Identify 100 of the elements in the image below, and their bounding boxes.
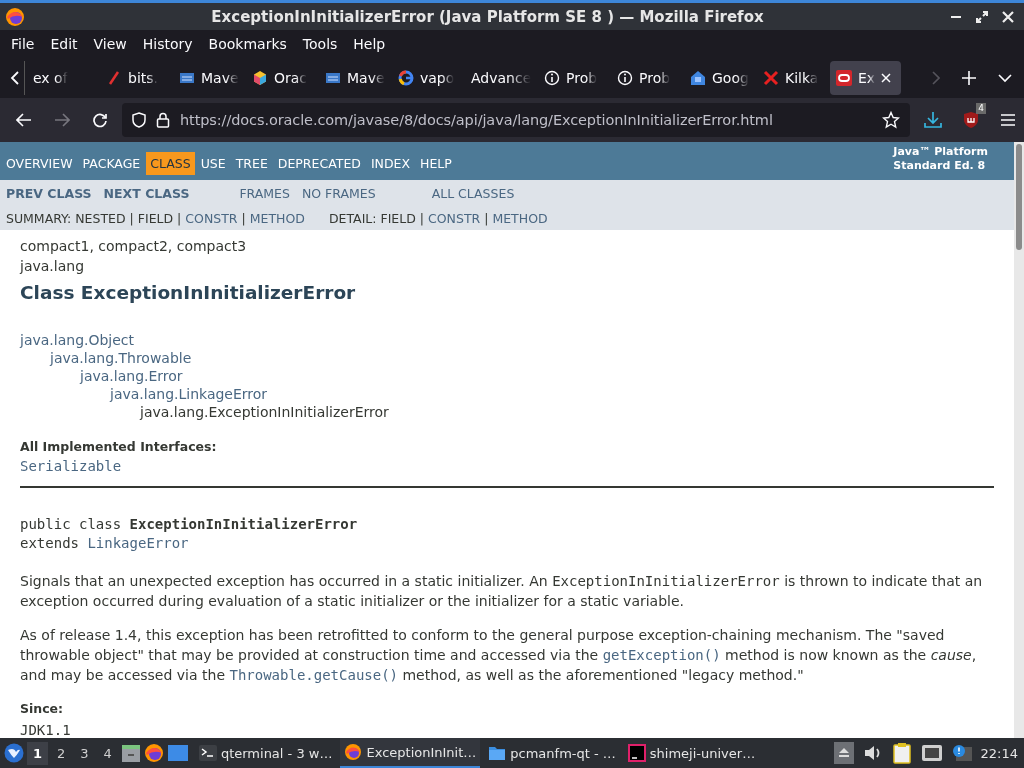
back-icon[interactable] xyxy=(16,113,32,127)
profile-list: compact1, compact2, compact3 xyxy=(20,238,994,254)
folder-icon xyxy=(488,744,507,762)
menu-item[interactable]: Bookmarks xyxy=(200,36,295,52)
browser-tab[interactable]: Prob xyxy=(611,61,682,95)
pencil-icon xyxy=(106,70,122,86)
browser-tab[interactable]: Orac xyxy=(246,61,317,95)
nav-link[interactable]: ALL CLASSES xyxy=(431,186,515,201)
network-icon[interactable] xyxy=(920,744,943,762)
nav-link[interactable]: PACKAGE xyxy=(78,152,145,175)
nav-link[interactable]: INDEX xyxy=(366,152,415,175)
scroll-left-icon[interactable] xyxy=(10,71,20,85)
nav-label: DETAIL: FIELD | xyxy=(328,210,425,226)
nav-link[interactable]: HELP xyxy=(416,152,456,175)
hierarchy-link[interactable]: java.lang.Throwable xyxy=(50,349,192,367)
menu-item[interactable]: Help xyxy=(345,36,394,52)
nav-link[interactable]: METHOD xyxy=(249,210,305,226)
browser-tab[interactable]: Goog xyxy=(684,61,755,95)
class-title: Class ExceptionInInitializerError xyxy=(20,282,357,303)
star-icon[interactable] xyxy=(882,111,900,129)
scrollbar-thumb[interactable] xyxy=(1016,144,1022,250)
code-link[interactable]: getException() xyxy=(602,647,721,663)
browser-tab[interactable]: Prob xyxy=(538,61,609,95)
package-name: java.lang xyxy=(20,258,85,274)
taskbar-task[interactable]: shimeji-univer… xyxy=(623,738,760,768)
url-text: https://docs.oracle.com/javase/8/docs/api/java/lang/ExceptionInInitializerError.html xyxy=(180,112,774,128)
taskbar-task[interactable]: pcmanfm-qt - … xyxy=(484,738,620,768)
nav-link[interactable]: OVERVIEW xyxy=(2,152,77,175)
badge-count: 4 xyxy=(976,103,986,114)
address-bar[interactable]: https://docs.oracle.com/javase/8/docs/api/java/lang/ExceptionInInitializerError.html xyxy=(122,103,910,137)
browser-tab[interactable]: bits. xyxy=(100,61,171,95)
nav-link[interactable]: TREE xyxy=(231,152,272,175)
workspace-button[interactable]: 2 xyxy=(51,741,72,765)
bird-logo-icon[interactable] xyxy=(4,743,24,763)
browser-tab[interactable]: Kilka xyxy=(757,61,828,95)
menu-item[interactable]: File xyxy=(3,36,43,52)
nav-link[interactable]: USE xyxy=(196,152,230,175)
terminal-icon xyxy=(198,744,217,762)
code-link[interactable]: Throwable.getCause() xyxy=(229,667,399,683)
menu-icon[interactable] xyxy=(1000,113,1016,127)
lock-icon xyxy=(156,112,170,128)
hierarchy-link[interactable]: java.lang.Object xyxy=(20,331,135,349)
nav-link[interactable]: DEPRECATED xyxy=(273,152,365,175)
shield-icon xyxy=(132,112,146,128)
code-link[interactable]: LinkageError xyxy=(87,535,189,551)
eject-icon[interactable] xyxy=(833,742,854,764)
workspace-button[interactable]: 1 xyxy=(27,741,49,765)
clipboard-icon[interactable] xyxy=(891,742,912,764)
nav-link[interactable]: CLASS xyxy=(146,152,195,175)
nav-link[interactable]: FRAMES xyxy=(239,186,290,201)
description-paragraph: As of release 1.4, this exception has been retrofitted to conform to the general purpose exception-chaining mechanism. The "saved throwable object" that may be provided at construction time and accessed via the getException() method is now known as the cause, and may be accessed via the Throwable.getCause() method, as well as the aforementioned "legacy method." xyxy=(20,626,978,685)
grid-logo-icon xyxy=(179,70,195,86)
browser-tab[interactable]: Ex xyxy=(830,61,901,95)
browser-tab[interactable]: vapo xyxy=(392,61,463,95)
interface-link[interactable]: Serializable xyxy=(20,458,122,474)
browser-tab[interactable]: Mave xyxy=(319,61,390,95)
browser-tab[interactable]: Mave xyxy=(173,61,244,95)
class-signature: public class ExceptionInInitializerError xyxy=(20,516,359,532)
notification-icon[interactable] xyxy=(951,744,972,762)
menu-item[interactable]: Edit xyxy=(42,36,86,52)
cross-icon xyxy=(763,70,779,86)
taskbar-task[interactable]: qterminal - 3 w… xyxy=(194,738,337,768)
grid-logo-icon xyxy=(325,70,341,86)
nav-link[interactable]: NEXT CLASS xyxy=(103,186,190,201)
nav-link[interactable]: CONSTR xyxy=(428,210,481,226)
description-paragraph: Signals that an unexpected exception has occurred in a static initializer. An ExceptionInInitializerError is thrown to indicate that an exception occurred during evaluation of a static initializer or the initializer for a static variable. xyxy=(20,572,984,611)
firefox-icon[interactable] xyxy=(143,743,164,763)
taskbar-task[interactable]: ExceptionInInit… xyxy=(340,738,481,768)
desktop-icon[interactable] xyxy=(166,744,189,762)
chevron-down-icon[interactable] xyxy=(998,73,1012,83)
platform-label: Java™ Platform Standard Ed. 8 xyxy=(893,144,989,173)
menu-item[interactable]: View xyxy=(85,36,135,52)
reload-icon[interactable] xyxy=(92,112,108,128)
info-icon xyxy=(544,70,560,86)
download-icon[interactable] xyxy=(924,111,942,129)
nav-link[interactable]: PREV CLASS xyxy=(6,186,92,201)
browser-tab[interactable]: ex of xyxy=(27,61,98,95)
nav-link[interactable]: METHOD xyxy=(492,210,548,226)
nav-label: | xyxy=(484,210,489,226)
scrollbar[interactable] xyxy=(1014,142,1024,738)
ide-logo-icon xyxy=(627,744,646,762)
maximize-icon[interactable] xyxy=(976,10,988,23)
nav-link[interactable]: CONSTR xyxy=(185,210,238,226)
file-cabinet-icon[interactable] xyxy=(120,743,141,763)
menu-item[interactable]: Tools xyxy=(294,36,346,52)
hierarchy-link[interactable]: java.lang.LinkageError xyxy=(110,385,268,403)
browser-tab[interactable]: Advance xyxy=(465,61,536,95)
clock-text: 22:14 xyxy=(980,745,1018,761)
new-tab-icon[interactable] xyxy=(962,71,976,85)
nav-link[interactable]: NO FRAMES xyxy=(301,186,376,201)
house-icon xyxy=(690,70,706,86)
shield-logo-icon[interactable] xyxy=(962,111,980,129)
workspace-button[interactable]: 4 xyxy=(97,741,118,765)
menu-item[interactable]: History xyxy=(134,36,201,52)
section-label: Since: xyxy=(20,701,65,716)
g-logo-icon xyxy=(398,70,414,86)
hierarchy-link[interactable]: java.lang.Error xyxy=(80,367,183,385)
workspace-button[interactable]: 3 xyxy=(74,741,95,765)
extends-keyword: extends xyxy=(20,535,79,551)
close-icon[interactable] xyxy=(1002,10,1014,23)
